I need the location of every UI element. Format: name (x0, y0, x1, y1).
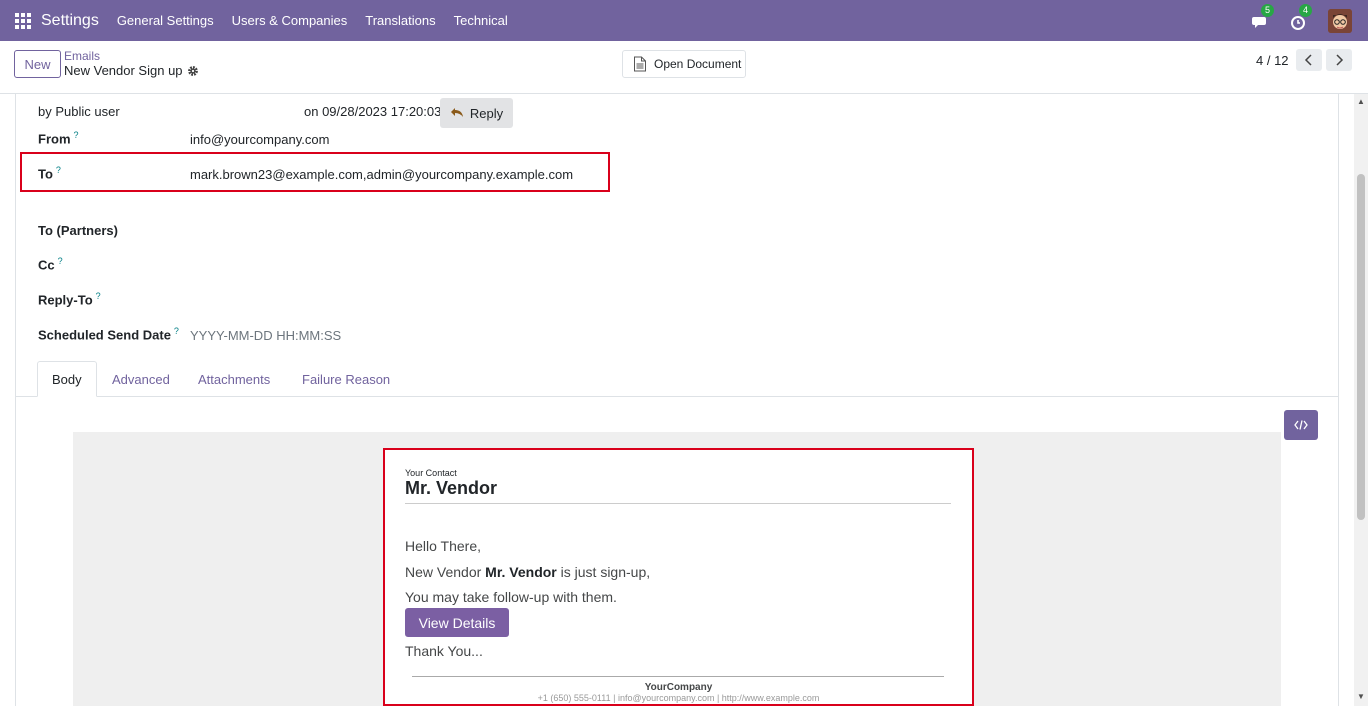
help-icon[interactable]: ? (56, 165, 61, 175)
menu-translations[interactable]: Translations (365, 13, 435, 28)
cc-label: Cc? (38, 256, 63, 273)
chevron-right-icon (1336, 54, 1344, 66)
scrollbar[interactable]: ▲ ▼ (1354, 94, 1368, 706)
scroll-down-icon[interactable]: ▼ (1357, 692, 1365, 701)
form-sheet: by Public user on 09/28/2023 17:20:03 Re… (15, 94, 1339, 706)
email-card: Your Contact Mr. Vendor Hello There, New… (383, 448, 974, 706)
message-date: on 09/28/2023 17:20:03 (304, 104, 442, 119)
pager-value[interactable]: 4 / 12 (1256, 53, 1289, 68)
messages-badge: 5 (1261, 3, 1274, 17)
code-icon (1294, 420, 1308, 430)
scroll-up-icon[interactable]: ▲ (1357, 97, 1365, 106)
tab-advanced[interactable]: Advanced (112, 361, 170, 397)
message-author: by Public user (38, 104, 120, 119)
breadcrumb-current: New Vendor Sign up (64, 63, 183, 78)
to-partners-label: To (Partners) (38, 223, 118, 238)
scroll-thumb[interactable] (1357, 174, 1365, 520)
from-field[interactable]: info@yourcompany.com (190, 132, 329, 147)
control-panel: New Emails New Vendor Sign up Open Docum… (0, 41, 1368, 94)
top-navbar: Settings General Settings Users & Compan… (0, 0, 1368, 41)
user-avatar[interactable] (1328, 8, 1352, 33)
help-icon[interactable]: ? (174, 326, 179, 336)
open-document-label: Open Document (654, 57, 742, 71)
help-icon[interactable]: ? (96, 291, 101, 301)
scheduled-date-input[interactable]: YYYY-MM-DD HH:MM:SS (190, 328, 341, 343)
reply-icon (450, 108, 463, 117)
footer-divider (412, 676, 944, 677)
code-view-button[interactable] (1284, 410, 1318, 440)
tab-failure-reason[interactable]: Failure Reason (302, 361, 390, 397)
messages-icon[interactable]: 5 (1252, 3, 1274, 31)
menu-general-settings[interactable]: General Settings (117, 13, 214, 28)
contact-caption: Your Contact (405, 468, 457, 478)
pager-previous-button[interactable] (1296, 49, 1322, 71)
menu-users-companies[interactable]: Users & Companies (232, 13, 348, 28)
help-icon[interactable]: ? (74, 130, 79, 140)
reply-label: Reply (469, 105, 504, 121)
help-icon[interactable]: ? (58, 256, 63, 266)
notebook-tabs: Body Advanced Attachments Failure Reason (16, 361, 1338, 397)
greeting-text: Hello There, (405, 538, 482, 554)
reply-to-label: Reply-To? (38, 291, 101, 308)
tab-attachments[interactable]: Attachments (198, 361, 270, 397)
gear-icon[interactable] (187, 65, 199, 77)
open-document-button[interactable]: Open Document (622, 50, 746, 78)
document-icon (634, 56, 646, 72)
closing-text: Thank You... (405, 643, 483, 659)
app-brand[interactable]: Settings (41, 12, 99, 30)
activities-icon[interactable]: 4 (1290, 3, 1312, 31)
apps-menu-icon[interactable] (15, 12, 31, 29)
scheduled-date-label: Scheduled Send Date? (38, 326, 179, 343)
breadcrumb-emails[interactable]: Emails (64, 49, 100, 63)
view-details-button[interactable]: View Details (405, 608, 509, 637)
signup-text: New Vendor Mr. Vendor is just sign-up, (405, 564, 651, 580)
menu-technical[interactable]: Technical (454, 13, 508, 28)
contact-name: Mr. Vendor (405, 478, 498, 498)
to-label: To? (38, 165, 61, 182)
chevron-left-icon (1304, 54, 1312, 66)
tab-body[interactable]: Body (37, 361, 97, 397)
pager-next-button[interactable] (1326, 49, 1352, 71)
reply-button[interactable]: Reply (440, 98, 513, 128)
footer-contact: +1 (650) 555-0111 | info@yourcompany.com… (537, 693, 820, 703)
footer-company: YourCompany (644, 682, 713, 693)
divider (405, 503, 951, 504)
from-label: From? (38, 130, 79, 147)
activities-badge: 4 (1299, 3, 1312, 17)
to-field[interactable]: mark.brown23@example.com,admin@yourcompa… (190, 167, 573, 182)
new-button[interactable]: New (14, 50, 61, 78)
followup-text: You may take follow-up with them. (405, 589, 617, 605)
